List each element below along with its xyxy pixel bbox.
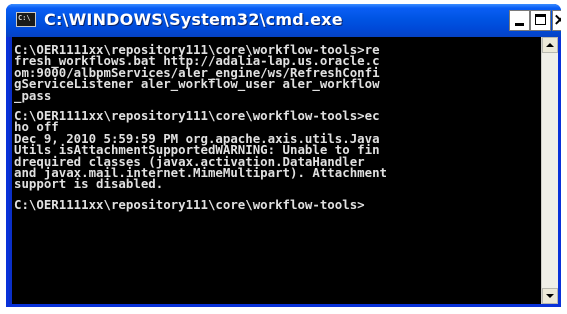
close-icon: × bbox=[553, 11, 561, 30]
minimize-icon bbox=[515, 23, 524, 26]
scroll-down-button[interactable] bbox=[542, 288, 558, 304]
console-line: _pass bbox=[14, 87, 52, 103]
console-block: C:\OER1111xx\repository111\core\workflow… bbox=[14, 43, 387, 103]
console-line: C:\OER1111xx\repository111\core\workflow… bbox=[14, 108, 380, 124]
minimize-button[interactable] bbox=[509, 10, 530, 31]
scroll-down-arrow-icon bbox=[546, 294, 554, 298]
maximize-icon bbox=[535, 14, 546, 25]
console-output[interactable]: C:\OER1111xx\repository111\core\workflow… bbox=[12, 37, 541, 304]
window-title: C:\WINDOWS\System32\cmd.exe bbox=[44, 10, 343, 29]
scroll-up-button[interactable] bbox=[542, 37, 558, 53]
console-line: support is disabled. bbox=[14, 176, 164, 192]
console-block: C:\OER1111xx\repository111\core\workflow… bbox=[14, 196, 387, 212]
title-bar[interactable]: C:\ C:\WINDOWS\System32\cmd.exe × bbox=[6, 4, 561, 37]
vertical-scrollbar[interactable] bbox=[541, 37, 558, 304]
console-app-icon-text: C:\ bbox=[18, 14, 31, 22]
maximize-button[interactable] bbox=[530, 10, 551, 31]
cmd-window: C:\ C:\WINDOWS\System32\cmd.exe × C:\OER… bbox=[6, 4, 561, 307]
scroll-up-arrow-icon bbox=[546, 43, 554, 47]
console-app-icon[interactable]: C:\ bbox=[16, 12, 36, 27]
close-button[interactable]: × bbox=[552, 10, 561, 31]
console-line: C:\OER1111xx\repository111\core\workflow… bbox=[14, 196, 365, 212]
console-text: C:\OER1111xx\repository111\core\workflow… bbox=[14, 43, 387, 219]
console-line: gServiceListener aler_workflow_user aler… bbox=[14, 76, 380, 92]
console-block: C:\OER1111xx\repository111\core\workflow… bbox=[14, 108, 387, 192]
